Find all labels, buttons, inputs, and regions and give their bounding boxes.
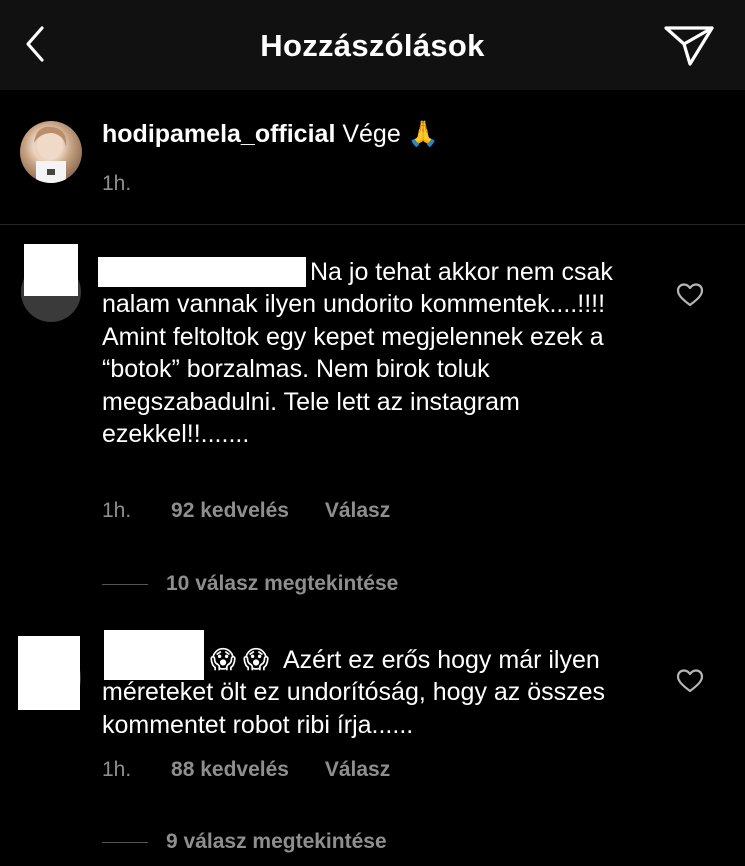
replies-line: [102, 584, 148, 585]
caption-username[interactable]: hodipamela_official: [102, 120, 335, 148]
caption-body: Vége: [342, 120, 401, 148]
comment-meta: 1h. 92 kedvelés Válasz: [102, 499, 390, 523]
scream-emojis: 😱 😱: [210, 646, 270, 674]
comment-timestamp: 1h.: [102, 499, 132, 522]
likes-count[interactable]: 88 kedvelés: [171, 758, 289, 782]
divider: [0, 224, 745, 225]
page-title: Hozzászólások: [260, 28, 485, 63]
post-caption: [0, 90, 745, 224]
pray-emoji: 🙏: [407, 120, 439, 148]
redacted-avatar: [18, 636, 80, 710]
like-button[interactable]: [676, 668, 704, 694]
comment-body: Azért ez erős hogy már ilyen méreteket ö…: [102, 646, 606, 739]
profile-photo: [34, 126, 67, 183]
reply-button[interactable]: Válasz: [325, 758, 390, 782]
view-replies-button[interactable]: 9 válasz megtekintése: [166, 830, 387, 854]
replies-line: [102, 842, 148, 843]
send-button[interactable]: [662, 22, 716, 68]
like-button[interactable]: [676, 282, 704, 308]
comment-timestamp: 1h.: [102, 758, 132, 781]
avatar[interactable]: [20, 121, 82, 183]
heart-icon: [676, 283, 704, 307]
caption-timestamp: 1h.: [102, 172, 132, 195]
reply-button[interactable]: Válasz: [325, 499, 390, 523]
header-bar: Hozzászólások: [0, 0, 745, 90]
paper-plane-icon: [664, 26, 714, 66]
caption-text: hodipamela_official Vége 🙏: [102, 120, 439, 149]
comment-meta: 1h. 88 kedvelés Válasz: [102, 758, 390, 782]
heart-icon: [676, 669, 704, 693]
comment-text: Na jo tehat akkor nem csak nalam vannak …: [102, 258, 613, 449]
view-replies-button[interactable]: 10 válasz megtekintése: [166, 572, 398, 596]
redacted-avatar: [24, 244, 78, 296]
likes-count[interactable]: 92 kedvelés: [171, 499, 289, 523]
comment-text: 😱 😱 Azért ez erős hogy már ilyen méretek…: [102, 644, 622, 741]
